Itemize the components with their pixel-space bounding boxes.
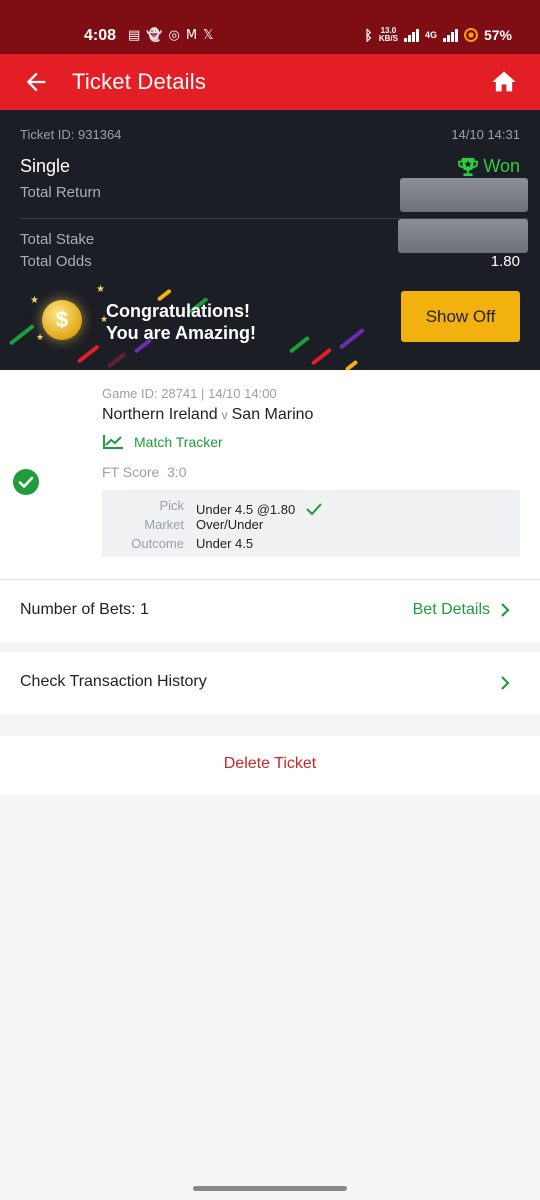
pick-details-box: Pick Under 4.5 @1.80 Market Over/Under O… — [102, 490, 520, 557]
back-arrow-icon[interactable] — [22, 68, 50, 96]
game-id: Game ID: 28741 | 14/10 14:00 — [102, 386, 277, 401]
battery-icon — [463, 28, 478, 42]
bluetooth-icon: ᛒ — [364, 27, 373, 43]
news-icon: ▤ — [128, 28, 141, 43]
page-title: Ticket Details — [72, 69, 207, 94]
status-time: 4:08 — [84, 27, 117, 44]
match-tracker-link[interactable]: Match Tracker — [102, 434, 223, 450]
system-icons: ᛒ 13.0 KB/S 4G 57% — [364, 26, 512, 44]
match-tracker-label: Match Tracker — [134, 434, 223, 450]
delete-ticket-row[interactable]: Delete Ticket — [0, 736, 540, 795]
trophy-icon — [458, 157, 479, 176]
total-odds-label: Total Odds — [20, 253, 92, 270]
total-odds-value: 1.80 — [490, 253, 520, 270]
whatsapp-icon: ◎ — [168, 28, 180, 43]
home-icon[interactable] — [490, 68, 518, 96]
notification-icons: ▤ 👻 ◎ M 𝕏 — [128, 28, 214, 44]
ft-score-value: 3:0 — [167, 464, 187, 480]
x-icon: 𝕏 — [203, 28, 214, 43]
pick-check-icon — [306, 503, 322, 516]
signal-icon — [403, 28, 419, 42]
coin-icon: $ — [42, 300, 82, 340]
network-speed: 13.0 KB/S — [378, 26, 398, 43]
app-header: Ticket Details — [0, 54, 540, 110]
ticket-summary-card: Ticket ID: 931364 14/10 14:31 Single Won… — [0, 110, 540, 370]
versus-label: v — [221, 408, 228, 422]
away-team: San Marino — [231, 406, 314, 423]
transaction-history-label: Check Transaction History — [20, 673, 207, 690]
congrats-message: Congratulations! You are Amazing! — [106, 301, 257, 343]
network-type: 4G — [424, 30, 437, 40]
pick-value: Under 4.5 @1.80 — [196, 498, 322, 517]
total-return-value-redacted — [400, 178, 528, 212]
bet-won-check-icon — [13, 469, 39, 495]
match-teams: Northern Ireland v San Marino — [102, 406, 313, 424]
bet-details-link[interactable]: Bet Details — [413, 601, 490, 619]
status-bar: 4:08 ▤ 👻 ◎ M 𝕏 ᛒ 13.0 KB/S 4G 57% — [0, 0, 540, 54]
bet-details-row[interactable]: Number of Bets: 1 Bet Details — [0, 580, 540, 642]
transaction-history-row[interactable]: Check Transaction History — [0, 652, 540, 714]
battery-level: 57% — [483, 27, 512, 43]
snapchat-icon: 👻 — [146, 28, 163, 43]
market-value: Over/Under — [196, 517, 264, 532]
ticket-id: Ticket ID: 931364 — [20, 127, 122, 142]
chevron-right-icon — [501, 676, 510, 690]
home-team: Northern Ireland — [102, 406, 218, 423]
total-stake-value-redacted — [398, 219, 528, 253]
number-of-bets: Number of Bets: 1 — [20, 601, 149, 618]
ticket-datetime: 14/10 14:31 — [451, 127, 520, 142]
chevron-right-icon — [501, 603, 510, 617]
bet-type: Single — [20, 156, 71, 176]
total-stake-label: Total Stake — [20, 231, 95, 248]
show-off-button[interactable]: Show Off — [401, 291, 520, 342]
signal-2-icon — [442, 28, 458, 42]
bet-detail-section: Game ID: 28741 | 14/10 14:00 Northern Ir… — [0, 370, 540, 579]
outcome-value: Under 4.5 — [196, 536, 254, 551]
status-text: Won — [483, 156, 520, 176]
ft-score: FT Score 3:0 — [102, 464, 187, 480]
total-return-label: Total Return — [20, 184, 101, 201]
status-badge: Won — [457, 156, 520, 177]
gmail-icon: M — [185, 28, 198, 43]
delete-ticket-button[interactable]: Delete Ticket — [0, 755, 540, 773]
chart-line-icon — [103, 435, 123, 449]
gesture-bar[interactable] — [193, 1186, 347, 1191]
